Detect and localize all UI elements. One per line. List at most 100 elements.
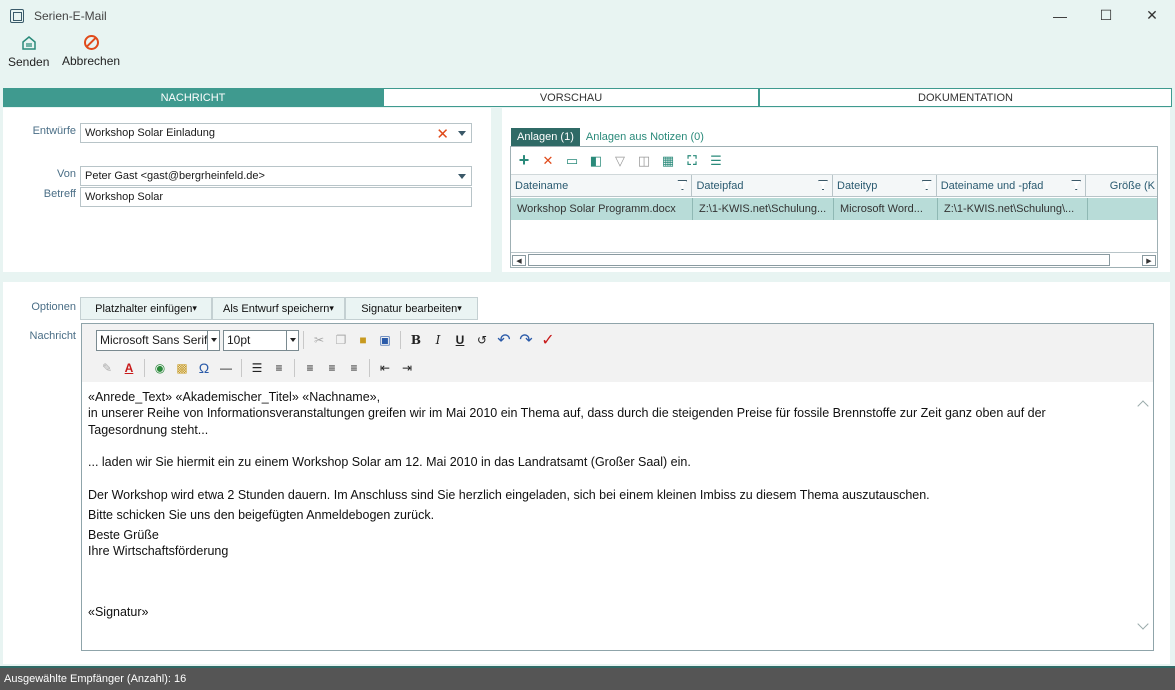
export-icon[interactable]: ◫ — [637, 153, 651, 168]
paste-word-icon[interactable]: ▣ — [374, 330, 396, 350]
chevron-down-icon[interactable] — [458, 174, 466, 179]
scroll-right-icon[interactable]: ▶ — [1142, 255, 1156, 266]
scroll-down-icon[interactable] — [1137, 618, 1149, 630]
from-select[interactable]: Peter Gast <gast@bergrheinfeld.de> — [80, 166, 472, 186]
insert-placeholder-button[interactable]: Platzhalter einfügen ▾ — [80, 297, 212, 320]
table-row[interactable]: Workshop Solar Programm.docx Z:\1-KWIS.n… — [511, 198, 1157, 220]
chevron-down-icon[interactable] — [207, 330, 219, 350]
edit-signature-button[interactable]: Signatur bearbeiten ▾ — [345, 297, 478, 320]
font-size-select[interactable]: 10pt — [223, 329, 299, 351]
editor-line: Der Workshop wird etwa 2 Stunden dauern.… — [88, 487, 930, 502]
editor-toolbar-row-2: ✎ A ◉ ▩ Ω — ☰ ≡ ≡ ≡ ≡ ⇤ ⇥ — [96, 354, 418, 382]
editor-line — [88, 470, 1147, 486]
align-center-icon[interactable]: ≡ — [321, 358, 343, 378]
font-family-select[interactable]: Microsoft Sans Serif — [96, 329, 220, 351]
tab-attachments-from-notes[interactable]: Anlagen aus Notizen (0) — [580, 128, 710, 146]
send-icon — [21, 36, 36, 50]
close-icon[interactable]: ✕ — [1129, 0, 1175, 31]
ribbon: Senden Abbrechen — [0, 31, 1175, 87]
underline-icon[interactable]: U — [449, 330, 471, 350]
toolbar-separator — [144, 359, 145, 377]
editor-line: Bitte schicken Sie uns den beigefügten A… — [88, 507, 435, 522]
clear-filter-icon[interactable]: ▽ — [613, 153, 627, 168]
undo-icon[interactable]: ↶ — [493, 330, 515, 350]
fit-columns-icon[interactable]: ⛶ — [685, 153, 699, 168]
spellcheck-icon[interactable]: ✓ — [537, 330, 559, 350]
horizontal-scrollbar[interactable]: ◀ ▶ — [511, 252, 1157, 267]
filter-icon[interactable] — [818, 180, 828, 190]
cell-fullpath: Z:\1-KWIS.net\Schulung\... — [938, 198, 1088, 220]
horizontal-rule-icon[interactable]: — — [215, 358, 237, 378]
column-header-filename[interactable]: Dateiname — [511, 175, 693, 197]
tab-vorschau[interactable]: VORSCHAU — [383, 88, 759, 107]
italic-icon[interactable]: I — [427, 330, 449, 350]
filter-icon[interactable] — [1071, 180, 1082, 190]
cut-icon[interactable]: ✂ — [308, 330, 330, 350]
filter-icon[interactable] — [677, 180, 688, 190]
maximize-icon[interactable]: ☐ — [1083, 0, 1129, 31]
editor-toolbar-row-1: Microsoft Sans Serif 10pt ✂ ❐ ■ ▣ B I U … — [96, 326, 559, 354]
toolbar-separator — [303, 331, 304, 349]
editor-line: Beste Grüße — [88, 528, 159, 542]
bold-icon[interactable]: B — [405, 330, 427, 350]
subject-value: Workshop Solar — [85, 191, 164, 203]
hyperlink-icon[interactable]: ◉ — [149, 358, 171, 378]
scroll-thumb[interactable] — [528, 254, 1110, 266]
editor-line — [88, 438, 1147, 454]
column-header-filepath[interactable]: Dateipfad — [692, 175, 833, 197]
scroll-up-icon[interactable] — [1137, 400, 1149, 412]
tab-dokumentation[interactable]: DOKUMENTATION — [759, 88, 1172, 107]
options-toolbar: Platzhalter einfügen ▾ Als Entwurf speich… — [80, 297, 478, 320]
columns-icon[interactable]: ◧ — [589, 153, 603, 168]
grid-toolbar: + ✕ ▭ ◧ ▽ ◫ ▦ ⛶ ☰ — [511, 147, 1157, 175]
delete-icon[interactable]: ✕ — [541, 153, 555, 168]
column-header-size[interactable]: Größe (K — [1086, 175, 1157, 197]
column-header-filetype[interactable]: Dateityp — [833, 175, 937, 197]
clear-icon[interactable]: ✕ — [436, 125, 449, 143]
chevron-down-icon[interactable] — [286, 330, 298, 350]
align-left-icon[interactable]: ≡ — [299, 358, 321, 378]
send-button[interactable]: Senden — [8, 35, 49, 69]
editor-line: in unserer Reihe von Informationsveranst… — [88, 406, 1046, 437]
save-as-draft-button[interactable]: Als Entwurf speichern ▾ — [212, 297, 345, 320]
main-tabs: NACHRICHT VORSCHAU DOKUMENTATION — [3, 88, 1172, 107]
subject-input[interactable]: Workshop Solar — [80, 187, 472, 207]
redo-icon[interactable]: ↷ — [515, 330, 537, 350]
layout-icon[interactable]: ▦ — [661, 153, 675, 168]
message-editor: Microsoft Sans Serif 10pt ✂ ❐ ■ ▣ B I U … — [81, 323, 1154, 651]
minimize-icon[interactable]: — — [1037, 0, 1083, 31]
highlight-icon[interactable]: ✎ — [96, 358, 118, 378]
special-char-icon[interactable]: Ω — [193, 358, 215, 378]
editor-line: ... laden wir Sie hiermit ein zu einem W… — [88, 455, 691, 469]
vertical-scrollbar[interactable] — [1135, 382, 1153, 650]
column-header-fullpath[interactable]: Dateiname und -pfad — [937, 175, 1087, 197]
editor-body[interactable]: «Anrede_Text» «Akademischer_Titel» «Nach… — [82, 382, 1153, 650]
clear-format-icon[interactable]: ↺ — [471, 330, 493, 350]
menu-icon[interactable]: ☰ — [709, 153, 723, 168]
dropdown-icon: ▾ — [457, 303, 462, 313]
indent-icon[interactable]: ⇥ — [396, 358, 418, 378]
copy-icon[interactable]: ❐ — [330, 330, 352, 350]
attachment-tabs: Anlagen (1) Anlagen aus Notizen (0) — [511, 128, 710, 146]
cancel-button[interactable]: Abbrechen — [62, 35, 120, 68]
add-icon[interactable]: + — [517, 150, 531, 170]
tab-nachricht[interactable]: NACHRICHT — [3, 88, 383, 107]
font-color-icon[interactable]: A — [118, 358, 140, 378]
editor-line — [88, 560, 1147, 576]
editor-toolbar: Microsoft Sans Serif 10pt ✂ ❐ ■ ▣ B I U … — [82, 324, 1153, 382]
bullet-list-icon[interactable]: ≡ — [268, 358, 290, 378]
chevron-down-icon[interactable] — [458, 131, 466, 136]
paste-icon[interactable]: ■ — [352, 330, 374, 350]
drafts-select[interactable]: Workshop Solar Einladung ✕ — [80, 123, 472, 143]
tab-attachments[interactable]: Anlagen (1) — [511, 128, 580, 146]
align-right-icon[interactable]: ≡ — [343, 358, 365, 378]
outdent-icon[interactable]: ⇤ — [374, 358, 396, 378]
recipient-count: Ausgewählte Empfänger (Anzahl): 16 — [4, 673, 187, 685]
toolbar-separator — [369, 359, 370, 377]
cancel-icon — [83, 35, 99, 50]
image-icon[interactable]: ▩ — [171, 358, 193, 378]
folder-icon[interactable]: ▭ — [565, 153, 579, 168]
filter-icon[interactable] — [921, 180, 932, 190]
numbered-list-icon[interactable]: ☰ — [246, 358, 268, 378]
scroll-left-icon[interactable]: ◀ — [512, 255, 526, 266]
